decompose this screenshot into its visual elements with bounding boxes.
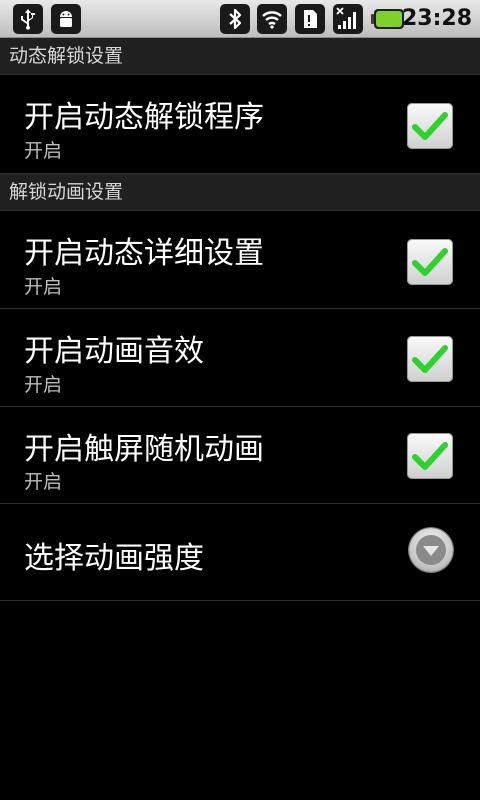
checkbox[interactable] [407, 103, 453, 149]
checkmark-icon [412, 248, 448, 276]
pref-item-animation-sound[interactable]: 开启动画音效 开启 [0, 309, 480, 407]
pref-summary: 开启 [24, 140, 63, 162]
usb-icon [12, 3, 44, 35]
bluetooth-icon [219, 3, 251, 35]
pref-title: 开启动画音效 [24, 334, 204, 369]
checkmark-icon [412, 112, 448, 140]
pref-item-enable-dynamic-unlock[interactable]: 开启动态解锁程序 开启 [0, 75, 480, 174]
status-bar: 23:28 [0, 0, 480, 38]
android-debug-icon [50, 3, 82, 35]
pref-item-dynamic-detail[interactable]: 开启动态详细设置 开启 [0, 211, 480, 309]
section-header-animation: 解锁动画设置 [0, 174, 480, 211]
pref-item-animation-intensity[interactable]: 选择动画强度 [0, 504, 480, 601]
pref-title: 开启触屏随机动画 [24, 432, 264, 467]
section-header-unlock: 动态解锁设置 [0, 38, 480, 75]
pref-title: 开启动态解锁程序 [24, 100, 264, 135]
dropdown-button[interactable] [409, 528, 453, 572]
checkbox[interactable] [407, 336, 453, 382]
pref-summary: 开启 [24, 374, 63, 396]
pref-item-random-touch-animation[interactable]: 开启触屏随机动画 开启 [0, 407, 480, 504]
clock: 23:28 [401, 6, 472, 31]
sd-card-icon [294, 3, 326, 35]
pref-summary: 开启 [24, 276, 63, 298]
signal-icon [332, 3, 364, 35]
battery-icon [370, 3, 406, 35]
checkbox[interactable] [407, 433, 453, 479]
pref-summary: 开启 [24, 471, 63, 493]
pref-title: 开启动态详细设置 [24, 236, 264, 271]
checkmark-icon [412, 442, 448, 470]
wifi-icon [256, 3, 288, 35]
checkmark-icon [412, 345, 448, 373]
checkbox[interactable] [407, 239, 453, 285]
chevron-down-icon [423, 546, 439, 556]
pref-title: 选择动画强度 [24, 541, 204, 576]
